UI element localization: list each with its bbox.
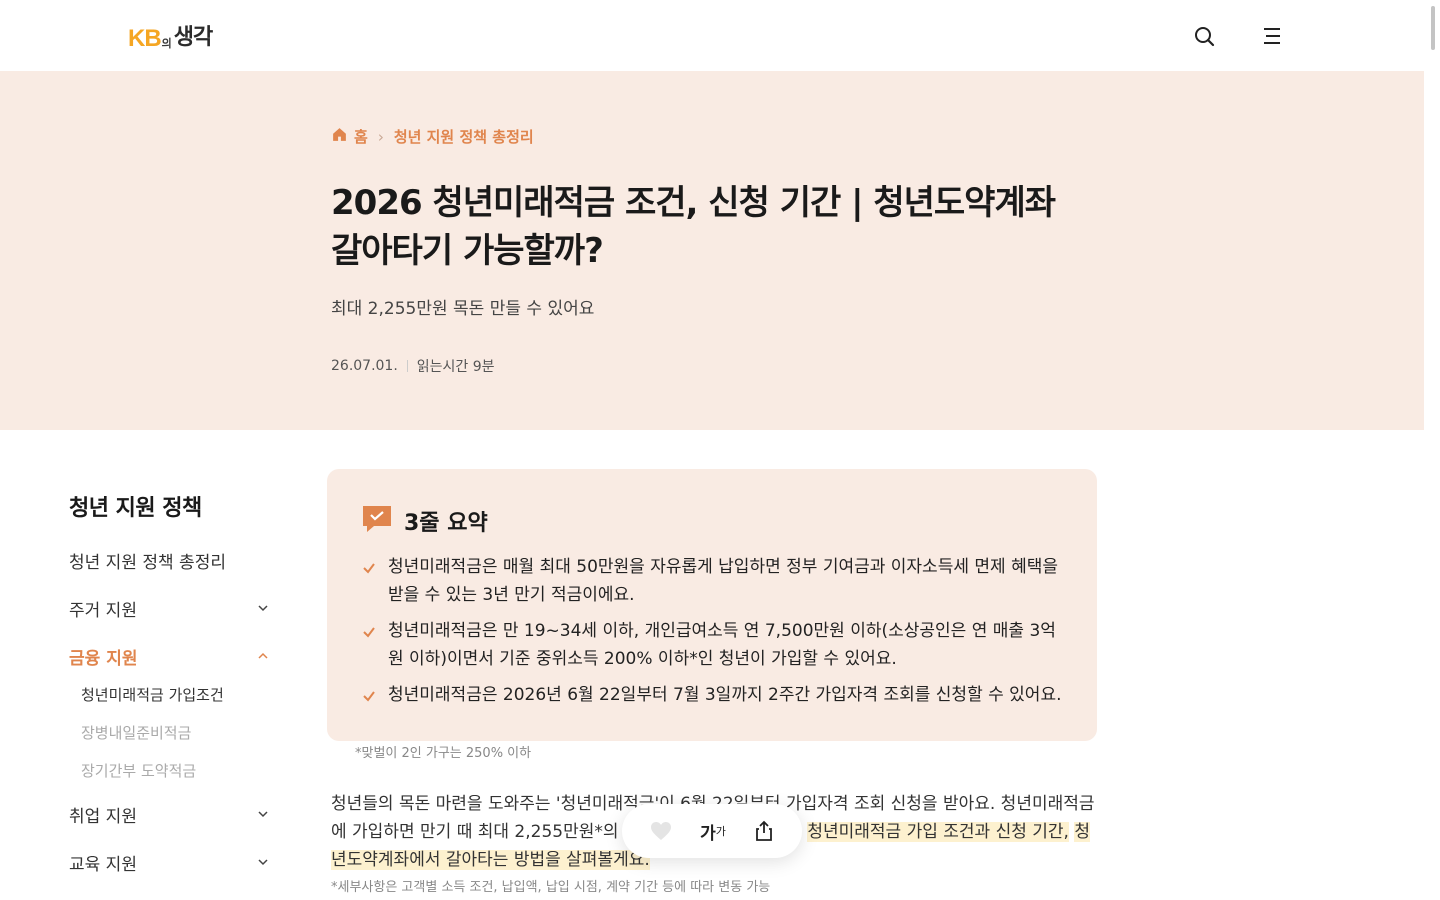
summary-item-text: 청년미래적금은 2026년 6월 22일부터 7월 3일까지 2주간 가입자격 … (388, 685, 1062, 705)
font-size-sup: 가 (715, 825, 726, 838)
home-icon[interactable] (331, 126, 348, 147)
meta-divider (406, 360, 408, 372)
sidebar-item-housing[interactable]: 주거 지원 (69, 596, 269, 621)
sidebar-nav: 청년 지원 정책 청년 지원 정책 총정리 주거 지원 금융 지원 청년미래적금… (69, 490, 274, 875)
logo-thought-text: 생각 (173, 25, 213, 50)
sidebar-item-finance[interactable]: 금융 지원 (69, 644, 269, 669)
breadcrumb-home[interactable]: 홈 (354, 126, 368, 147)
summary-item-text: 청년미래적금은 매월 최대 50만원을 자유롭게 납입하면 정부 기여금과 이자… (388, 557, 1058, 605)
site-header: KB 의 생각 (0, 0, 1424, 71)
heart-icon[interactable] (649, 820, 673, 842)
summary-title: 3줄 요약 (404, 511, 488, 536)
summary-footnote: *맞벌이 2인 가구는 250% 이하 (355, 746, 532, 761)
breadcrumb-current[interactable]: 청년 지원 정책 총정리 (394, 126, 534, 147)
read-time: 읽는시간 9분 (416, 359, 495, 375)
summary-item-text: 청년미래적금은 만 19~34세 이하, 개인급여소득 연 7,500만원 이하… (388, 621, 1056, 669)
sidebar-title: 청년 지원 정책 (69, 496, 202, 521)
sidebar-subitem-soldier-savings[interactable]: 장병내일준비적금 (81, 722, 191, 743)
hamburger-menu-icon[interactable] (1260, 24, 1284, 48)
page-subtitle: 최대 2,255만원 목돈 만들 수 있어요 (331, 299, 595, 319)
check-icon (362, 684, 376, 712)
scrollbar[interactable] (1424, 0, 1440, 900)
chevron-down-icon (257, 599, 269, 619)
check-icon (362, 620, 376, 648)
summary-item: 청년미래적금은 매월 최대 50만원을 자유롭게 납입하면 정부 기여금과 이자… (362, 553, 1062, 609)
chevron-down-icon (257, 805, 269, 825)
publish-date: 26.07.01. (331, 358, 398, 374)
sidebar-item-label: 취업 지원 (69, 807, 137, 827)
font-size-label: 가 (700, 823, 716, 844)
sidebar-item-label: 청년 지원 정책 총정리 (69, 553, 226, 573)
intro-footnote: *세부사항은 고객별 소득 조건, 납입액, 납입 시점, 계약 기간 등에 따… (331, 880, 771, 895)
sidebar-subitem-officer-savings[interactable]: 장기간부 도약적금 (81, 760, 196, 781)
logo-ui-text: 의 (161, 37, 172, 50)
share-icon[interactable] (753, 820, 775, 842)
kb-logo[interactable]: KB 의 생각 (128, 20, 213, 52)
chevron-up-icon (257, 647, 269, 667)
breadcrumb: 홈 › 청년 지원 정책 총정리 (331, 126, 534, 147)
summary-item: 청년미래적금은 2026년 6월 22일부터 7월 3일까지 2주간 가입자격 … (362, 681, 1062, 709)
sidebar-item-label: 금융 지원 (69, 649, 138, 669)
sidebar-item-overview[interactable]: 청년 지원 정책 총정리 (69, 548, 269, 573)
sidebar-item-label: 주거 지원 (69, 601, 137, 621)
logo-kb-text: KB (128, 25, 162, 52)
sidebar-subitem-youth-future-savings[interactable]: 청년미래적금 가입조건 (81, 684, 224, 705)
chevron-down-icon (257, 853, 269, 873)
chevron-right-icon: › (377, 127, 384, 146)
floating-action-bar: 가가 (622, 804, 802, 858)
font-size-button[interactable]: 가가 (700, 819, 726, 844)
sidebar-item-employment[interactable]: 취업 지원 (69, 802, 269, 827)
intro-highlight: 청년미래적금 가입 조건과 신청 기간, (807, 822, 1069, 842)
scrollbar-thumb[interactable] (1431, 6, 1435, 50)
sidebar-item-education[interactable]: 교육 지원 (69, 850, 269, 875)
search-icon[interactable] (1192, 24, 1216, 48)
article-meta: 26.07.01. 읽는시간 9분 (331, 356, 495, 376)
article-hero: 홈 › 청년 지원 정책 총정리 2026 청년미래적금 조건, 신청 기간 |… (0, 71, 1424, 430)
page-title: 2026 청년미래적금 조건, 신청 기간 | 청년도약계좌 갈아타기 가능할까… (331, 183, 1056, 271)
summary-item: 청년미래적금은 만 19~34세 이하, 개인급여소득 연 7,500만원 이하… (362, 617, 1062, 673)
summary-box: 3줄 요약 청년미래적금은 매월 최대 50만원을 자유롭게 납입하면 정부 기… (327, 469, 1097, 741)
sidebar-item-label: 교육 지원 (69, 855, 137, 875)
check-icon (362, 556, 376, 584)
speech-bubble-icon (362, 505, 392, 537)
summary-header: 3줄 요약 (362, 505, 488, 537)
